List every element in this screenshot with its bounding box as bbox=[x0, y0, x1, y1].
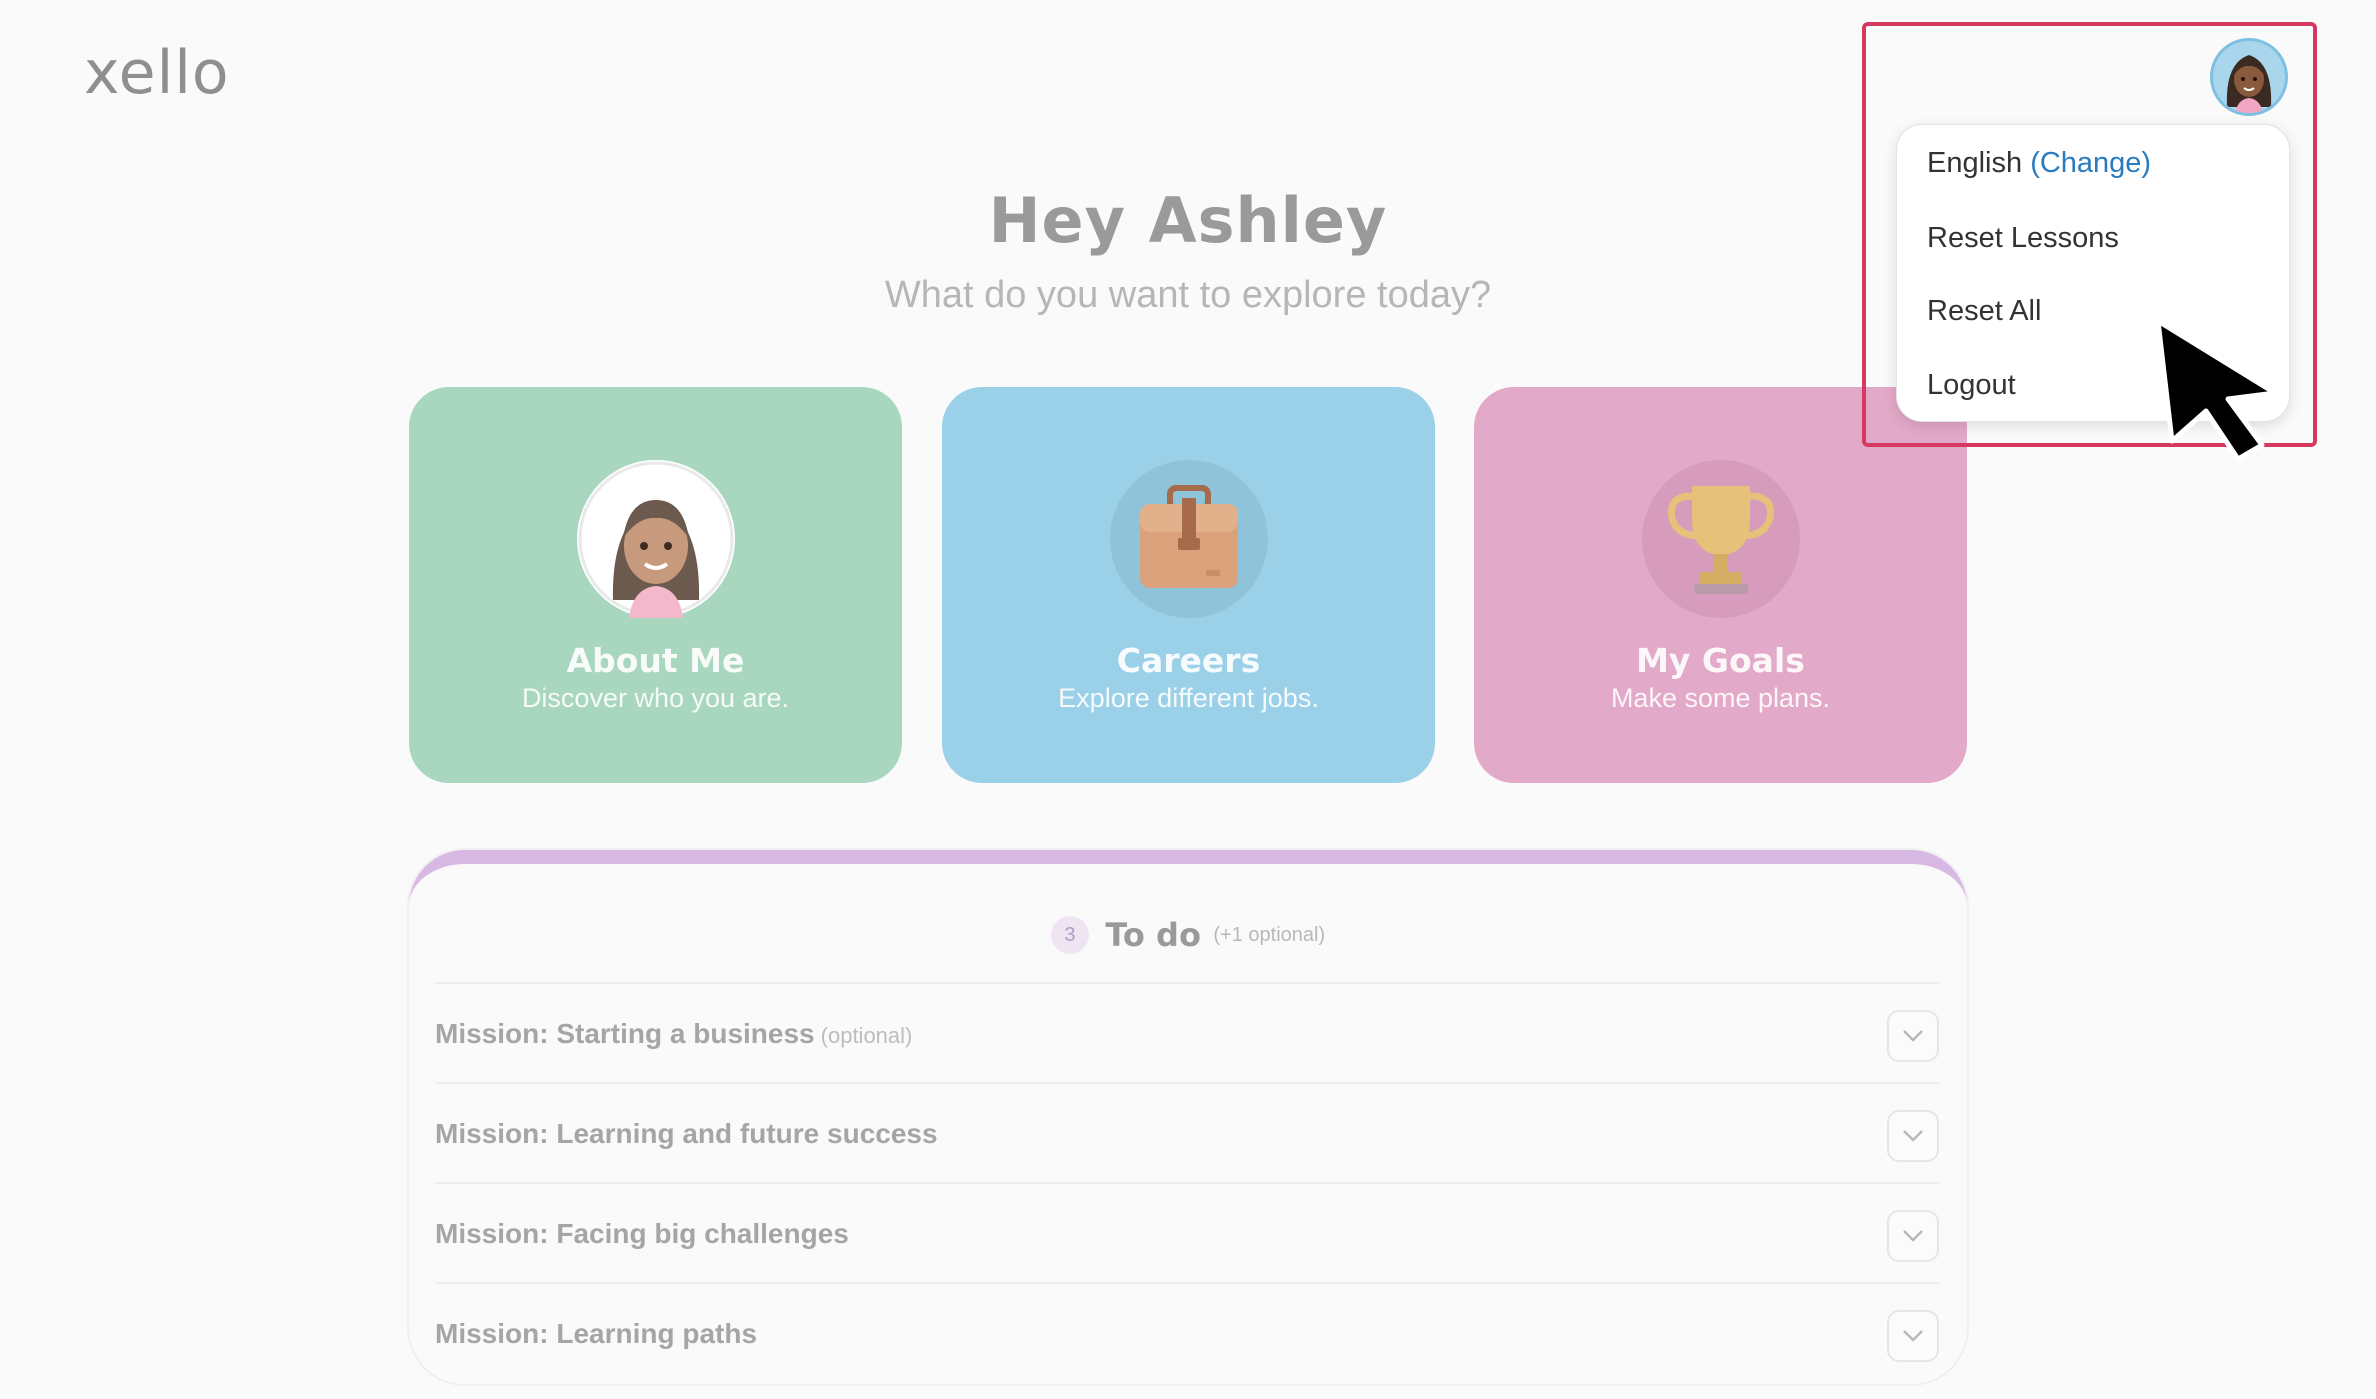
card-description: Make some plans. bbox=[1610, 683, 1831, 713]
todo-header: 3 To do (+1 optional) bbox=[409, 916, 1967, 954]
logout-item[interactable]: Logout bbox=[1927, 369, 2016, 402]
about-me-card[interactable]: About Me Discover who you are. bbox=[409, 387, 902, 783]
language-label: English bbox=[1927, 147, 2023, 179]
todo-label: To do bbox=[1105, 916, 1201, 954]
careers-card[interactable]: Careers Explore different jobs. bbox=[942, 387, 1435, 783]
chevron-down-icon[interactable] bbox=[1887, 1310, 1939, 1362]
trophy-icon bbox=[1642, 460, 1800, 618]
briefcase-icon bbox=[1110, 460, 1268, 618]
card-title: About Me bbox=[566, 641, 745, 680]
todo-optional-note: (+1 optional) bbox=[1213, 923, 1326, 946]
chevron-down-icon[interactable] bbox=[1887, 1110, 1939, 1162]
chevron-down-icon[interactable] bbox=[1887, 1010, 1939, 1062]
card-title: Careers bbox=[1116, 641, 1261, 680]
mission-row[interactable]: Mission: Facing big challenges bbox=[435, 1182, 1939, 1284]
mission-row[interactable]: Mission: Learning and future success bbox=[435, 1082, 1939, 1184]
change-language-link[interactable]: (Change) bbox=[2030, 147, 2151, 179]
card-title: My Goals bbox=[1636, 641, 1805, 680]
mission-title: Mission: Facing big challenges bbox=[435, 1218, 849, 1249]
xello-logo[interactable]: xello bbox=[84, 38, 230, 108]
mission-optional-tag: (optional) bbox=[820, 1023, 913, 1048]
mouse-pointer-icon bbox=[2150, 315, 2280, 465]
mission-title: Mission: Starting a business (optional) bbox=[435, 1018, 913, 1049]
mission-title: Mission: Learning and future success bbox=[435, 1118, 938, 1149]
mission-row[interactable]: Mission: Starting a business (optional) bbox=[435, 982, 1939, 1084]
card-description: Explore different jobs. bbox=[1058, 683, 1319, 713]
todo-panel: 3 To do (+1 optional) Mission: Starting … bbox=[409, 850, 1967, 1384]
reset-all-item[interactable]: Reset All bbox=[1927, 295, 2041, 328]
user-avatar-button[interactable] bbox=[2210, 38, 2288, 116]
chevron-down-icon[interactable] bbox=[1887, 1210, 1939, 1262]
girl-avatar-icon bbox=[577, 460, 735, 618]
mission-row[interactable]: Mission: Learning paths bbox=[435, 1282, 1939, 1384]
todo-count-badge: 3 bbox=[1050, 916, 1089, 954]
reset-lessons-item[interactable]: Reset Lessons bbox=[1927, 222, 2119, 255]
card-description: Discover who you are. bbox=[521, 683, 790, 713]
mission-title: Mission: Learning paths bbox=[435, 1318, 758, 1349]
language-item: English (Change) bbox=[1927, 147, 2151, 180]
